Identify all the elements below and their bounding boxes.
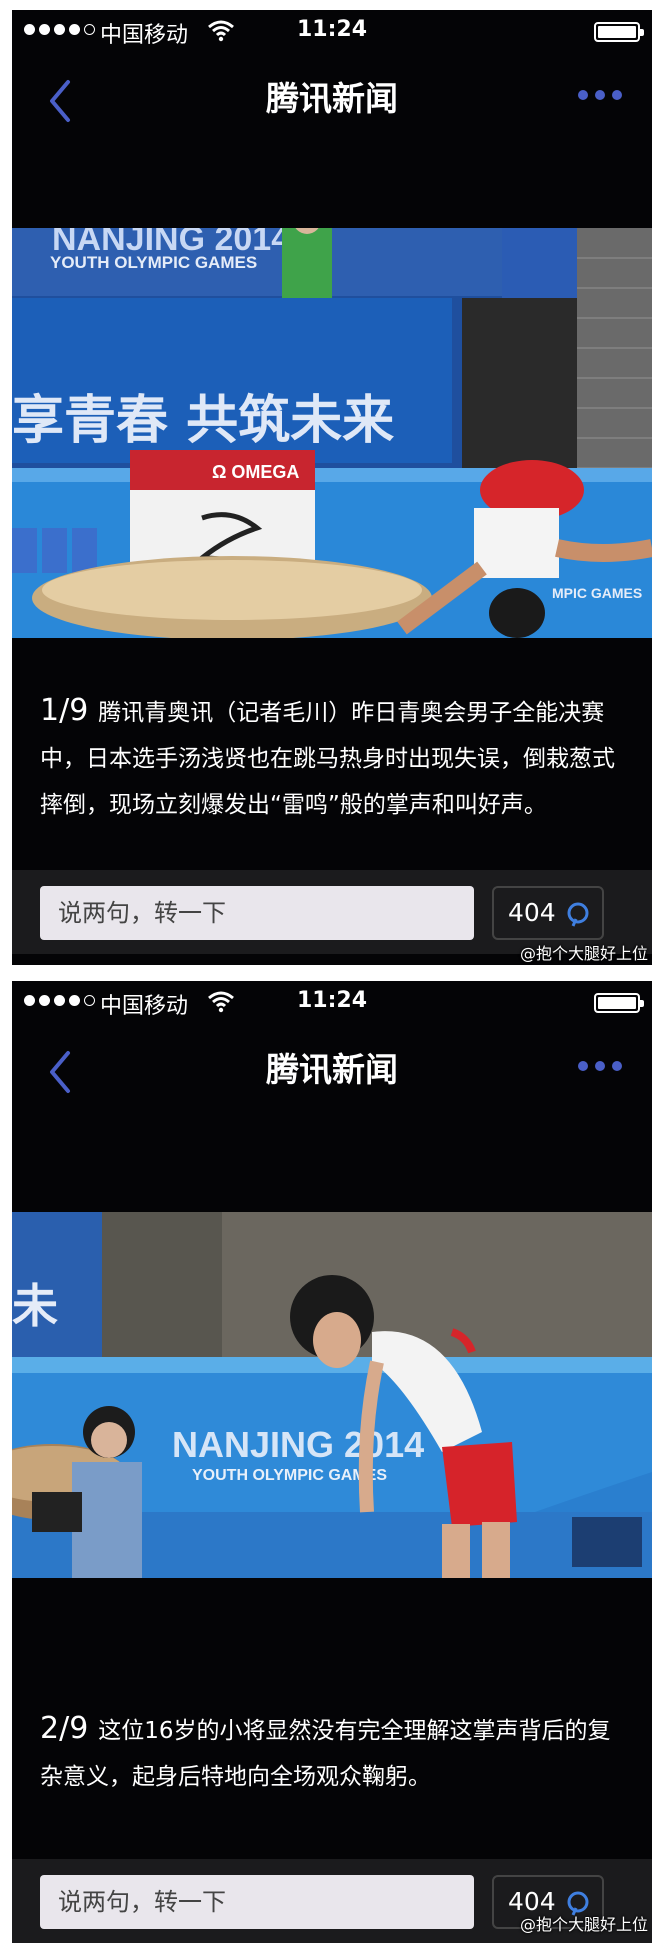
slide-index: 1/9	[40, 693, 89, 728]
slide-caption: 2/9 这位16岁的小将显然没有完全理解这掌声背后的复杂意义，起身后特地向全场观众…	[40, 1706, 630, 1800]
comment-input[interactable]: 说两句，转一下	[40, 1875, 474, 1929]
nav-title: 腾讯新闻	[266, 1050, 398, 1089]
battery-icon	[594, 993, 644, 1013]
news-photo-bow[interactable]: 未 NANJING 2014 YOUTH OLYMPIC GAMES	[12, 1212, 652, 1578]
nav-bar: 腾讯新闻	[12, 1021, 652, 1121]
nav-bar: 腾讯新闻	[12, 50, 652, 150]
phone-screen: 中国移动 11:24 腾讯新闻 未 NANJING 2014 YOUTH OLY…	[12, 981, 652, 1943]
battery-icon	[594, 22, 644, 42]
screenshot-frame-2: 中国移动 11:24 腾讯新闻 未 NANJING 2014 YOUTH OLY…	[0, 975, 664, 1951]
slide-index: 2/9	[40, 1711, 89, 1746]
photo-sponsor-text: Ω OMEGA	[212, 462, 299, 482]
more-dots-icon[interactable]	[578, 1061, 622, 1071]
photo-banner-subtext: YOUTH OLYMPIC GAMES	[192, 1467, 387, 1484]
photo-banner-text: NANJING 2014	[172, 1424, 424, 1465]
photo-banner-subtext: YOUTH OLYMPIC GAMES	[50, 253, 257, 272]
more-dots-icon[interactable]	[578, 90, 622, 100]
nav-title: 腾讯新闻	[266, 79, 398, 118]
photo-slogan-text: 享青春 共筑未来	[12, 391, 394, 451]
news-photo-vault-fall[interactable]: NANJING 2014 YOUTH OLYMPIC GAMES 享青春 共筑未…	[12, 228, 652, 638]
status-bar: 中国移动 11:24	[12, 10, 652, 50]
watermark: @抱个大腿好上位	[519, 944, 648, 963]
comment-count-button[interactable]: 404	[492, 886, 604, 940]
slide-caption: 1/9 腾讯青奥讯（记者毛川）昨日青奥会男子全能决赛中，日本选手汤浅贤也在跳马热身…	[40, 688, 630, 828]
phone-screen: 中国移动 11:24 腾讯新闻 NANJING 2014 YOUTH OLYMP…	[12, 10, 652, 965]
photo-illustration: NANJING 2014 YOUTH OLYMPIC GAMES 享青春 共筑未…	[12, 228, 652, 638]
photo-side-text: MPIC GAMES	[552, 585, 642, 601]
status-bar: 中国移动 11:24	[12, 981, 652, 1021]
comment-count-value: 404	[508, 898, 556, 927]
status-time: 11:24	[296, 17, 368, 42]
caption-text: 这位16岁的小将显然没有完全理解这掌声背后的复杂意义，起身后特地向全场观众鞠躬。	[40, 1718, 611, 1790]
photo-left-text: 未	[12, 1279, 58, 1333]
photo-illustration: 未 NANJING 2014 YOUTH OLYMPIC GAMES	[12, 1212, 652, 1578]
status-time: 11:24	[296, 988, 368, 1013]
screenshot-frame-1: 中国移动 11:24 腾讯新闻 NANJING 2014 YOUTH OLYMP…	[0, 0, 664, 975]
watermark: @抱个大腿好上位	[519, 1915, 648, 1934]
comment-bubble-icon	[567, 902, 589, 927]
caption-text: 腾讯青奥讯（记者毛川）昨日青奥会男子全能决赛中，日本选手汤浅贤也在跳马热身时出现…	[40, 700, 615, 818]
comment-input[interactable]: 说两句，转一下	[40, 886, 474, 940]
